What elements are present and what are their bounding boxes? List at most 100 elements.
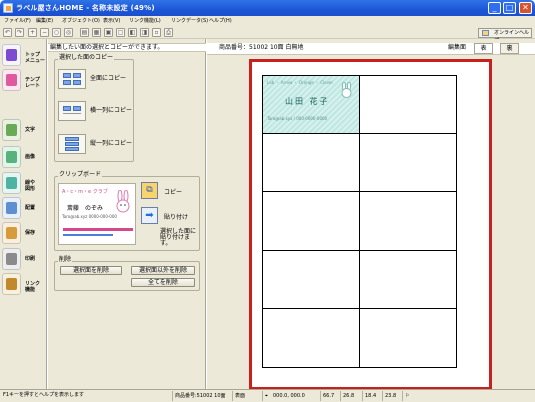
copy-row-label[interactable]: 横一列にコピー [90,108,132,114]
label-cell[interactable] [359,134,456,193]
menu-bar: ファイル(F) 編集(E) オブジェクト(O) 表示(V) リンク機能(L) リ… [0,16,535,27]
sidebar-item-top-menu[interactable]: トップ メニュー [1,43,45,68]
preview-name: 斎藤 のぞみ [67,205,104,212]
delete-selected-button[interactable]: 選択面を削除 [60,266,122,275]
sidebar-item-layout[interactable]: 配置 [1,196,45,221]
sidebar-item-shapes[interactable]: 線や 図形 [1,171,45,196]
sidebar-item-label: 線や 図形 [25,180,36,192]
label-sheet-frame: Lab ・ Arrow ・ Orange ・ Clover 山田 花子 Taro… [249,59,492,390]
image-icon [2,146,21,168]
status-product: 商品番号:51002 10面 [172,391,226,401]
sidebar-item-label: 文字 [25,127,36,133]
sidebar-item-image[interactable]: 画像 [1,145,45,170]
title-bar: ラベル屋さんHOME - 名称未設定 (49%) _ □ ✕ [0,0,535,16]
sidebar-item-template[interactable]: テンプ レート [1,68,45,93]
online-help-button[interactable]: オンラインヘルプ [478,28,532,44]
zoom-fit-icon[interactable]: ○ [52,28,61,37]
label-cell[interactable] [263,308,360,367]
menu-view[interactable]: 表示(V) [103,17,120,26]
zoom-in-icon[interactable]: + [28,28,37,37]
print-icon [2,248,21,270]
sidebar-item-print[interactable]: 印刷 [1,247,45,272]
rabbit-illustration [339,81,355,98]
copy-clipboard-icon[interactable]: ⧉ [141,182,158,199]
zoom-out-icon[interactable]: − [40,28,49,37]
close-button[interactable]: ✕ [519,2,532,14]
sidebar-item-link[interactable]: リンク 機能 [1,272,45,297]
preview-stripe-blue [63,234,113,236]
menu-file[interactable]: ファイル(F) [4,17,31,26]
status-height: 26.8 [340,391,354,401]
zoom-page-icon[interactable]: ◎ [64,28,73,37]
card-header: Lab ・ Arrow ・ Orange ・ Clover [267,80,334,85]
ungroup-icon[interactable]: ▢ [116,28,125,37]
label-cell[interactable] [359,76,456,135]
label-cell[interactable] [360,309,457,367]
status-extra-icon: ⚐ [402,391,416,401]
group-icon[interactable]: ▣ [104,28,113,37]
label-cell[interactable] [263,250,360,309]
menu-edit[interactable]: 編集(E) [36,17,53,26]
shape-icon [2,172,21,194]
left-panel: 編集したい面の選択とコピーができます。 選択した面のコピー 全面にコピー 横一列… [48,39,206,389]
status-coords: ⌖ 000.0, 000.0 [262,391,305,401]
print-icon[interactable]: ⎙ [164,28,173,37]
copy-group-label: 選択した面のコピー [58,54,115,61]
copy-col-icon[interactable] [58,134,86,154]
copy-all-label[interactable]: 全面にコピー [90,76,126,82]
product-info: 商品番号：51002 10面 白無地 [219,44,304,51]
link-icon [2,273,21,295]
tab-front[interactable]: 表 [474,43,493,54]
window-title: ラベル屋さんHOME - 名称未設定 (49%) [16,4,155,12]
help-icon [482,30,489,36]
label-cell[interactable] [359,251,456,309]
back-icon[interactable]: ◨ [140,28,149,37]
label-sheet: Lab ・ Arrow ・ Orange ・ Clover 山田 花子 Taro… [262,75,457,368]
label-cell[interactable] [263,192,360,251]
workspace: 商品番号：51002 10面 白無地 編集面 表 裏 Lab ・ Arrow ・… [207,39,535,390]
home-icon [2,44,21,66]
delete-all-button[interactable]: 全てを削除 [131,278,195,287]
label-cell-selected[interactable]: Lab ・ Arrow ・ Orange ・ Clover 山田 花子 Taro… [263,76,360,135]
preview-header: A・c・m・e クラブ [62,189,108,195]
copy-row-icon[interactable] [58,101,86,121]
sidebar-item-label: 画像 [25,154,36,160]
copy-button-label[interactable]: コピー [164,187,182,196]
sidebar-item-text[interactable]: 文字 [1,118,45,143]
maximize-button[interactable]: □ [503,2,516,14]
preview-stripe [63,228,133,231]
lock-icon[interactable]: ▫ [152,28,161,37]
label-cell[interactable] [359,192,456,251]
delete-group-label: 削除 [58,256,73,263]
sidebar-item-label: テンプ レート [25,77,41,89]
app-icon [3,3,13,13]
menu-link[interactable]: リンク機能(L) [129,17,161,26]
redo-icon[interactable]: ↷ [15,28,24,37]
label-cell[interactable] [263,134,360,193]
delete-others-button[interactable]: 選択面以外を削除 [131,266,195,275]
clipboard-preview: A・c・m・e クラブ 斎藤 のぞみ Taro@ab.xyz 0000-000-… [58,183,136,245]
status-coords-value: 000.0, 000.0 [273,393,305,399]
sidebar-item-save[interactable]: 保存 [1,221,45,246]
menu-help[interactable]: ヘルプ(H) [209,17,232,26]
align-icon[interactable]: ▤ [80,28,89,37]
panel-description: 編集したい面の選択とコピーができます。 [48,43,206,52]
front-icon[interactable]: ◧ [128,28,137,37]
layout-icon [2,197,21,219]
sidebar-item-label: 配置 [25,205,36,211]
card-small-text: Taro@ab.xyz / 000-0000-0000 [267,116,328,121]
paste-arrow-icon[interactable]: ➡ [141,207,158,224]
undo-icon[interactable]: ↶ [3,28,12,37]
clipboard-group-label: クリップボード [58,171,103,178]
rabbit-illustration [114,189,132,214]
minimize-button[interactable]: _ [488,2,501,14]
grid-icon[interactable]: ▦ [92,28,101,37]
menu-linkdata[interactable]: リンクデータ(S) [171,17,208,26]
tab-back[interactable]: 裏 [500,43,519,54]
menu-object[interactable]: オブジェクト(O) [62,17,100,26]
copy-all-icon[interactable] [58,69,86,89]
paste-button-label[interactable]: 貼り付け [164,212,188,221]
status-y: 23.8 [382,391,396,401]
edit-face-label: 編集面 [448,44,467,51]
copy-col-label[interactable]: 縦一列にコピー [90,141,132,147]
